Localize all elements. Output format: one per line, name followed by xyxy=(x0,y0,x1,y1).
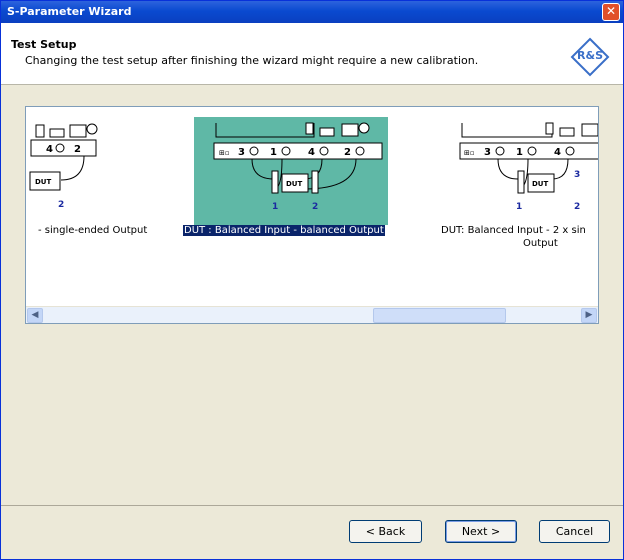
setup-label-selected: DUT : Balanced Input - balanced Output xyxy=(183,225,385,236)
horizontal-scrollbar[interactable]: ◀ ▶ xyxy=(26,306,598,323)
setup-diagram-balanced-2x-single: ⊞▫ 3 1 4 DUT 1 2 3 xyxy=(459,122,598,212)
port-1-marker: 1 xyxy=(272,202,278,212)
scroll-right-icon[interactable]: ▶ xyxy=(581,308,597,323)
back-button[interactable]: < Back xyxy=(349,520,422,543)
page-title: Test Setup xyxy=(11,38,77,51)
port-1-marker: 1 xyxy=(516,202,522,212)
dut-label: DUT xyxy=(286,180,302,188)
setup-label: - single-ended Output xyxy=(38,225,148,236)
setup-item-single-ended[interactable]: 4 2 DUT 2 - single-ended Output xyxy=(26,107,181,297)
port-4-label: 4 xyxy=(308,147,315,158)
page-subtitle: Changing the test setup after finishing … xyxy=(25,54,479,67)
port-3-label: 3 xyxy=(484,147,491,158)
next-button[interactable]: Next > xyxy=(445,520,517,543)
setup-item-balanced-balanced[interactable]: ⊞▫ 3 1 4 2 DUT 1 2 DUT : Balanced Input … xyxy=(181,107,401,297)
connector-label: ⊞▫ xyxy=(464,149,475,157)
port-2-label: 2 xyxy=(74,144,81,155)
setup-list[interactable]: 4 2 DUT 2 - single-ended Output ⊞▫ 3 1 4… xyxy=(25,106,599,324)
svg-text:R&S: R&S xyxy=(577,49,603,62)
dut-label: DUT xyxy=(35,178,51,186)
window-title: S-Parameter Wizard xyxy=(7,5,132,18)
port-4-label: 4 xyxy=(554,147,561,158)
scroll-left-icon[interactable]: ◀ xyxy=(27,308,43,323)
setup-diagram-balanced-balanced: ⊞▫ 3 1 4 2 DUT 1 2 xyxy=(194,117,388,225)
wizard-header: Test Setup Changing the test setup after… xyxy=(1,23,623,85)
port-2-label: 2 xyxy=(344,147,351,158)
footer-divider xyxy=(1,505,623,506)
close-icon[interactable]: ✕ xyxy=(602,3,620,21)
title-bar: S-Parameter Wizard ✕ xyxy=(1,1,623,23)
port-2-marker: 2 xyxy=(312,202,318,212)
setup-item-balanced-2x-single[interactable]: ⊞▫ 3 1 4 DUT 1 2 3 DUT: Balanced Input -… xyxy=(426,107,598,297)
port-1-label: 1 xyxy=(516,147,523,158)
rs-logo: R&S xyxy=(570,37,610,77)
port-3-label: 3 xyxy=(238,147,245,158)
setup-diagram-single-ended: 4 2 DUT 2 xyxy=(29,123,98,210)
setup-label-line2: Output xyxy=(523,238,558,249)
cancel-button[interactable]: Cancel xyxy=(539,520,610,543)
wizard-window: S-Parameter Wizard ✕ Test Setup Changing… xyxy=(0,0,624,560)
scroll-thumb[interactable] xyxy=(373,308,506,323)
port-3-marker: 3 xyxy=(574,170,580,180)
port-1-label: 1 xyxy=(270,147,277,158)
connector-label: ⊞▫ xyxy=(219,149,230,157)
port-4-label: 4 xyxy=(46,144,53,155)
setup-label: DUT: Balanced Input - 2 x sin xyxy=(441,225,586,236)
port-2-marker: 2 xyxy=(574,202,580,212)
dut-label: DUT xyxy=(532,180,548,188)
port-2-marker: 2 xyxy=(58,200,64,210)
